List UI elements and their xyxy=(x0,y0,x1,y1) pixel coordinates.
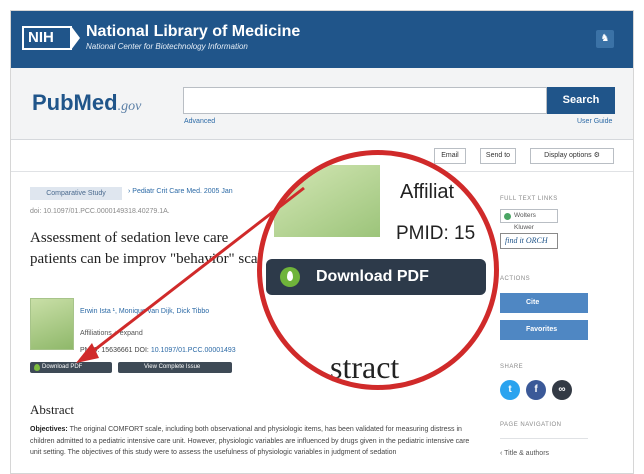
pdf-drop-icon xyxy=(34,364,40,371)
download-pdf-button[interactable]: Download PDF xyxy=(30,362,112,373)
user-guide-link[interactable]: User Guide xyxy=(577,118,612,125)
journal-link[interactable]: › Pediatr Crit Care Med. 2005 Jan xyxy=(128,188,233,195)
view-issue-label: View Complete Issue xyxy=(144,364,201,370)
abstract-objectives-label: Objectives: xyxy=(30,426,68,433)
send-to-button[interactable]: Send to xyxy=(480,148,516,164)
cite-button[interactable]: Cite xyxy=(500,293,588,313)
pmid-text: PMID: 15636661 DOI: xyxy=(80,347,151,354)
twitter-icon[interactable]: t xyxy=(500,380,520,400)
nih-logo[interactable]: NIH xyxy=(22,26,80,50)
find-it-link[interactable]: find it ORCH xyxy=(500,233,558,249)
zoom-abstract-heading: stract xyxy=(330,349,400,385)
search-button[interactable]: Search xyxy=(547,87,615,114)
article-title: Assessment of sedation leve care patient… xyxy=(30,230,269,267)
favorites-label: Favorites xyxy=(526,326,558,333)
link-icon[interactable]: ∞ xyxy=(552,380,572,400)
zoom-download-label: Download PDF xyxy=(316,268,429,285)
pubmed-logo-text: PubMed xyxy=(32,90,118,115)
nav-title-authors-label: Title & authors xyxy=(504,450,550,457)
article-type-badge: Comparative Study xyxy=(30,187,122,200)
site-subtitle: National Center for Biotechnology Inform… xyxy=(86,42,248,51)
article-doi: doi: 10.1097/01.PCC.0000149318.40279.1A. xyxy=(30,208,170,215)
zoom-callout: Affiliat PMID: 15 Download PDF stract xyxy=(257,150,499,390)
abstract-text: Objectives: The original COMFORT scale, … xyxy=(30,424,474,459)
pubmed-logo[interactable]: PubMed.gov xyxy=(32,90,141,116)
display-options-button[interactable]: Display options ⚙ xyxy=(530,148,614,164)
cite-label: Cite xyxy=(526,299,540,306)
user-icon[interactable]: ♞ xyxy=(596,30,614,48)
pubmed-logo-suffix: .gov xyxy=(117,99,142,114)
gear-icon: ⚙ xyxy=(593,152,600,159)
advanced-search-link[interactable]: Advanced xyxy=(184,118,215,125)
affiliations-toggle[interactable]: Affiliations + expand xyxy=(80,330,143,337)
nav-title-authors[interactable]: ‹ Title & authors xyxy=(500,450,549,457)
doi-link[interactable]: 10.1097/01.PCC.00001493 xyxy=(151,347,236,354)
favorites-button[interactable]: Favorites xyxy=(500,320,588,340)
view-complete-issue-button[interactable]: View Complete Issue xyxy=(118,362,232,373)
email-button[interactable]: Email xyxy=(434,148,466,164)
zoom-thumbnail xyxy=(274,165,380,237)
zoom-pmid: PMID: 15 xyxy=(396,223,476,244)
rail-divider xyxy=(500,438,588,439)
page-navigation-label: PAGE NAVIGATION xyxy=(500,422,562,428)
facebook-icon[interactable]: f xyxy=(526,380,546,400)
share-label: SHARE xyxy=(500,364,524,370)
abstract-objectives-text: The original COMFORT scale, including bo… xyxy=(30,426,470,456)
full-text-links-label: FULL TEXT LINKS xyxy=(500,196,558,202)
author-list[interactable]: Erwin Ista ¹, Monique van Dijk, Dick Tib… xyxy=(80,308,209,315)
site-title[interactable]: National Library of Medicine xyxy=(86,23,300,41)
zoom-pdf-drop-icon xyxy=(280,267,300,287)
download-pdf-label: Download PDF xyxy=(42,364,83,370)
pmid-line: PMID: 15636661 DOI: 10.1097/01.PCC.00001… xyxy=(80,347,236,354)
display-options-label: Display options xyxy=(544,152,592,159)
zoom-affiliations: Affiliat xyxy=(400,181,455,203)
abstract-heading: Abstract xyxy=(30,402,75,417)
journal-thumbnail[interactable] xyxy=(30,298,74,350)
actions-label: ACTIONS xyxy=(500,276,531,282)
wolters-kluwer-link[interactable]: Wolters Kluwer xyxy=(500,209,558,231)
search-input[interactable] xyxy=(183,87,547,114)
zoom-download-pdf-button[interactable]: Download PDF xyxy=(266,259,486,295)
